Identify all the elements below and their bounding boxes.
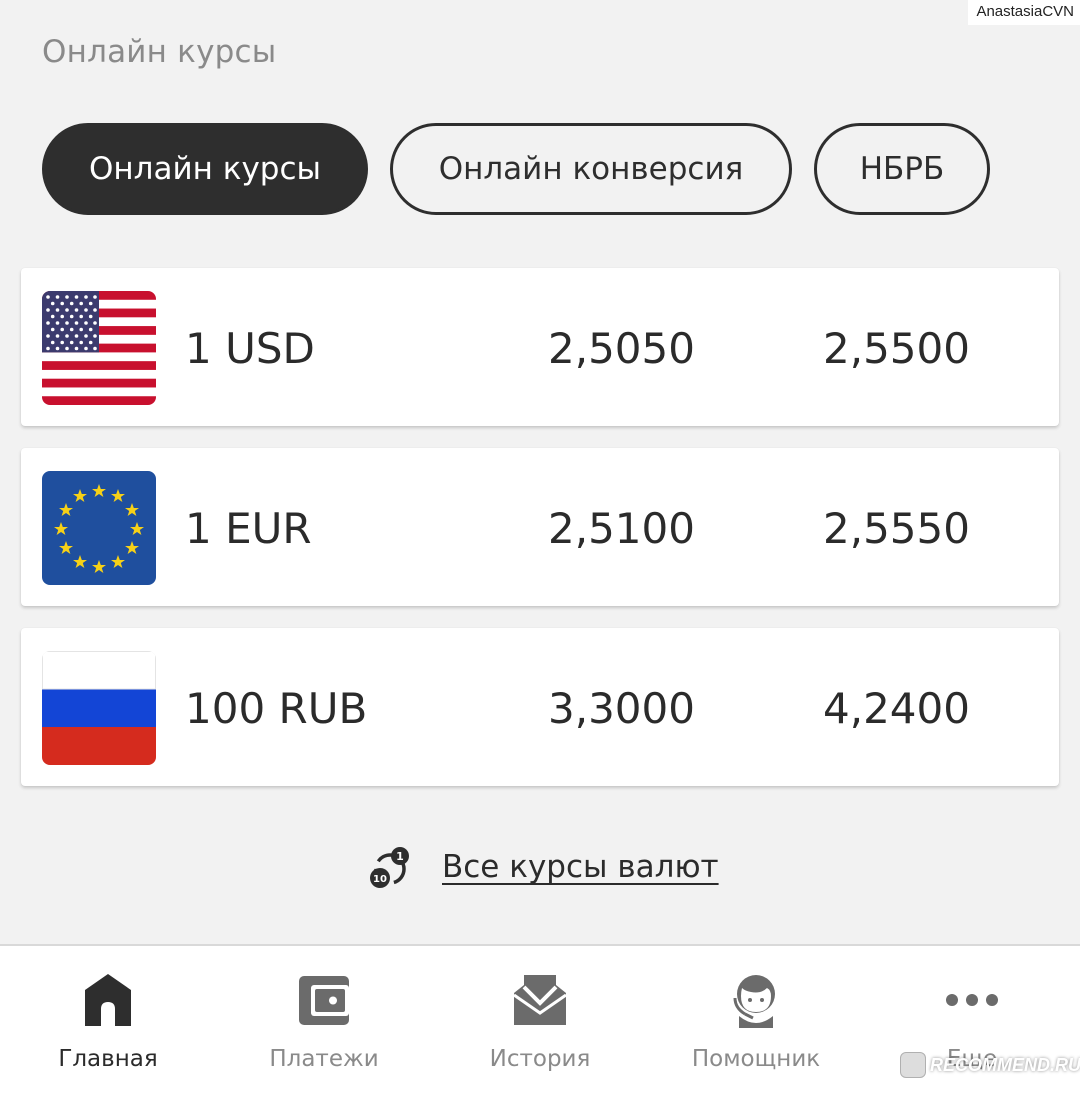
currency-label: 1 EUR [185,504,312,553]
tab-online-rates[interactable]: Онлайн курсы [42,123,368,215]
buy-rate: 3,3000 [548,684,695,733]
nav-assistant[interactable]: Помощник [648,946,864,1093]
currency-label: 100 RUB [185,684,368,733]
site-watermark: RECOMMEND.RU [900,1052,1080,1078]
rate-row-eur[interactable]: 1 EUR 2,5100 2,5550 [21,448,1059,606]
page-title: Онлайн курсы [42,34,277,70]
nav-history[interactable]: История [432,946,648,1093]
buy-rate: 2,5100 [548,504,695,553]
currency-label: 1 USD [185,324,315,373]
rates-tabs: Онлайн курсы Онлайн конверсия НБРБ [42,123,990,215]
sell-rate: 2,5550 [823,504,970,553]
nav-label: История [489,1046,591,1072]
nav-payments[interactable]: Платежи [216,946,432,1093]
tab-online-conversion[interactable]: Онлайн конверсия [390,123,792,215]
ru-flag-icon [42,651,156,765]
nav-home[interactable]: Главная [0,946,216,1093]
sell-rate: 4,2400 [823,684,970,733]
coin-badge-large: 10 [373,874,387,885]
author-watermark: AnastasiaCVN [968,0,1080,25]
watermark-logo-icon [900,1052,926,1078]
watermark-text: RECOMMEND.RU [930,1054,1080,1075]
assistant-icon [731,970,781,1030]
nav-label: Платежи [269,1046,379,1072]
sell-rate: 2,5500 [823,324,970,373]
nav-label: Главная [58,1046,158,1072]
tab-nbrb[interactable]: НБРБ [814,123,990,215]
wallet-icon [297,970,351,1030]
envelope-icon [512,970,568,1030]
us-flag-icon [42,291,156,405]
coin-badge-small: 1 [396,850,404,863]
rate-row-usd[interactable]: 1 USD 2,5050 2,5500 [21,268,1059,426]
all-rates-link-text[interactable]: Все курсы валют [442,849,719,885]
all-rates-link[interactable]: 1 10 Все курсы валют [368,845,719,889]
buy-rate: 2,5050 [548,324,695,373]
rate-row-rub[interactable]: 100 RUB 3,3000 4,2400 [21,628,1059,786]
coins-icon: 1 10 [368,845,412,889]
more-icon [944,970,1000,1030]
home-icon [84,970,132,1030]
eu-flag-icon [42,471,156,585]
nav-label: Помощник [691,1046,821,1072]
